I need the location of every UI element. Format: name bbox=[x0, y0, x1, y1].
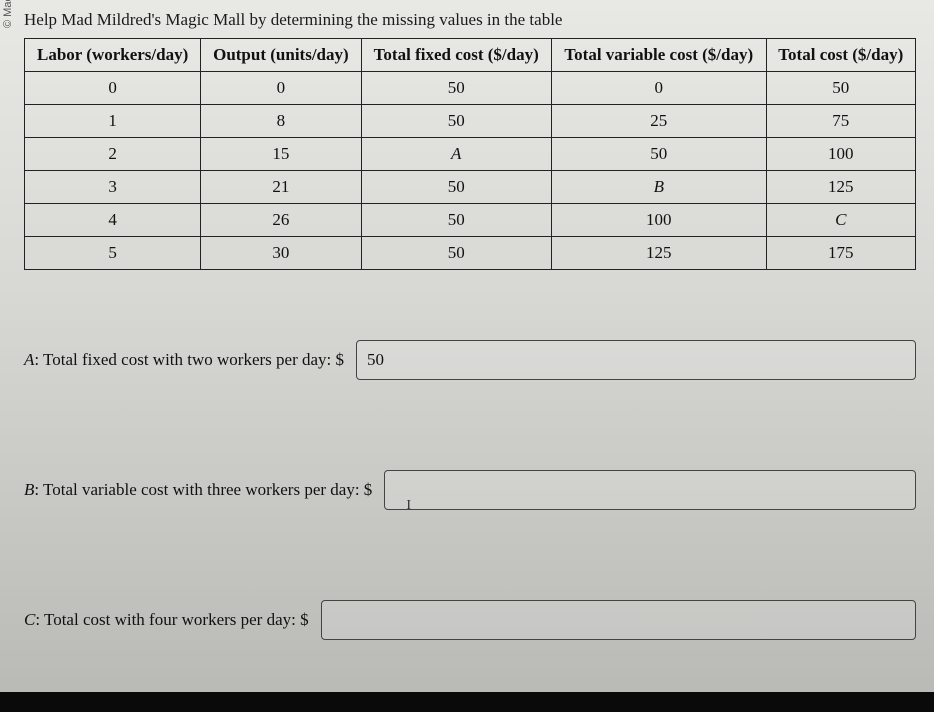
cell: 21 bbox=[201, 171, 361, 204]
question-b-text: : Total variable cost with three workers… bbox=[34, 480, 372, 499]
question-a-row: A: Total fixed cost with two workers per… bbox=[24, 340, 916, 380]
instruction-text: Help Mad Mildred's Magic Mall by determi… bbox=[24, 10, 916, 30]
table-row: 0 0 50 0 50 bbox=[25, 72, 916, 105]
cell: 75 bbox=[766, 105, 915, 138]
cell: 100 bbox=[766, 138, 915, 171]
answer-input-b[interactable] bbox=[384, 470, 916, 510]
cell: 125 bbox=[766, 171, 915, 204]
question-c-label: C: Total cost with four workers per day:… bbox=[24, 610, 309, 630]
cell: 4 bbox=[25, 204, 201, 237]
table-row: 3 21 50 B 125 bbox=[25, 171, 916, 204]
cell: 175 bbox=[766, 237, 915, 270]
cell: 1 bbox=[25, 105, 201, 138]
cell: 0 bbox=[25, 72, 201, 105]
cell: 8 bbox=[201, 105, 361, 138]
cell-variable-c: C bbox=[766, 204, 915, 237]
answer-input-c[interactable] bbox=[321, 600, 916, 640]
col-header-tvc: Total variable cost ($/day) bbox=[551, 39, 766, 72]
cell: 50 bbox=[361, 72, 551, 105]
table-header-row: Labor (workers/day) Output (units/day) T… bbox=[25, 39, 916, 72]
table-row: 5 30 50 125 175 bbox=[25, 237, 916, 270]
cell: 50 bbox=[361, 105, 551, 138]
cell: 50 bbox=[551, 138, 766, 171]
bottom-bar bbox=[0, 692, 934, 712]
text-cursor-icon: I bbox=[406, 498, 411, 514]
question-c-letter: C bbox=[24, 610, 35, 629]
col-header-labor: Labor (workers/day) bbox=[25, 39, 201, 72]
cell: 15 bbox=[201, 138, 361, 171]
cell: 125 bbox=[551, 237, 766, 270]
table-row: 2 15 A 50 100 bbox=[25, 138, 916, 171]
question-b-letter: B bbox=[24, 480, 34, 499]
cell: 50 bbox=[361, 204, 551, 237]
cell-variable-a: A bbox=[361, 138, 551, 171]
col-header-tfc: Total fixed cost ($/day) bbox=[361, 39, 551, 72]
cell: 50 bbox=[361, 237, 551, 270]
main-content: Help Mad Mildred's Magic Mall by determi… bbox=[0, 0, 934, 670]
question-b-label: B: Total variable cost with three worker… bbox=[24, 480, 372, 500]
cell: 30 bbox=[201, 237, 361, 270]
cell: 25 bbox=[551, 105, 766, 138]
cell: 100 bbox=[551, 204, 766, 237]
question-a-label: A: Total fixed cost with two workers per… bbox=[24, 350, 344, 370]
cell: 50 bbox=[766, 72, 915, 105]
answer-input-a[interactable] bbox=[356, 340, 916, 380]
question-b-row: B: Total variable cost with three worker… bbox=[24, 470, 916, 510]
cell: 3 bbox=[25, 171, 201, 204]
sidebar-copyright: © Macmillan bbox=[2, 0, 14, 28]
table-row: 1 8 50 25 75 bbox=[25, 105, 916, 138]
cell: 26 bbox=[201, 204, 361, 237]
question-a-letter: A bbox=[24, 350, 34, 369]
question-c-row: C: Total cost with four workers per day:… bbox=[24, 600, 916, 640]
cost-table: Labor (workers/day) Output (units/day) T… bbox=[24, 38, 916, 270]
cell-variable-b: B bbox=[551, 171, 766, 204]
answer-b-wrap: I bbox=[384, 470, 916, 510]
table-row: 4 26 50 100 C bbox=[25, 204, 916, 237]
col-header-tc: Total cost ($/day) bbox=[766, 39, 915, 72]
question-c-text: : Total cost with four workers per day: … bbox=[35, 610, 308, 629]
col-header-output: Output (units/day) bbox=[201, 39, 361, 72]
questions-section: A: Total fixed cost with two workers per… bbox=[24, 340, 916, 640]
cell: 2 bbox=[25, 138, 201, 171]
cell: 0 bbox=[201, 72, 361, 105]
table-body: 0 0 50 0 50 1 8 50 25 75 2 15 A 50 100 bbox=[25, 72, 916, 270]
question-a-text: : Total fixed cost with two workers per … bbox=[34, 350, 344, 369]
cell: 5 bbox=[25, 237, 201, 270]
cell: 0 bbox=[551, 72, 766, 105]
cell: 50 bbox=[361, 171, 551, 204]
